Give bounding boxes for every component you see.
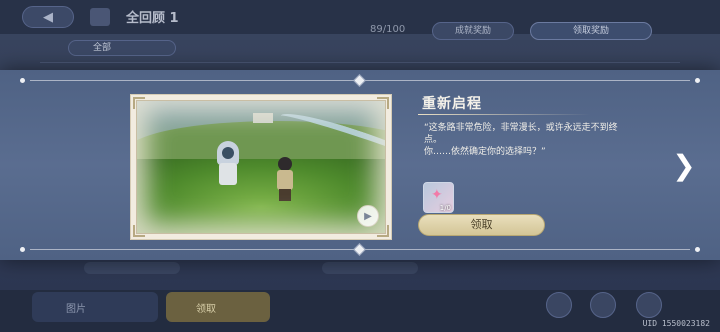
frame-corner-ornament <box>377 97 389 109</box>
reward-item[interactable]: ✦ 1/0 <box>423 182 454 213</box>
description-line: “这条路非常危险，非常漫长，或许永远走不到终点。 <box>424 123 618 145</box>
frame-corner-ornament <box>133 97 145 109</box>
story-illustration-frame: ▶ <box>130 94 392 240</box>
uid-label: UID 1550023182 <box>642 319 710 328</box>
bottom-tab-images[interactable]: 图片 <box>32 292 158 322</box>
reward-quantity: 1/0 <box>439 204 451 212</box>
description-line: 你……依然确定你的选择吗？” <box>424 147 546 157</box>
page-title: 全回顾 1 <box>126 11 179 26</box>
title-underline <box>418 114 590 115</box>
ornament-dot <box>695 78 700 83</box>
ornament-dot <box>20 247 25 252</box>
frame-corner-ornament <box>377 225 389 237</box>
round-action-button[interactable] <box>546 292 572 318</box>
achievement-reward-button[interactable]: 成就奖励 <box>432 22 514 40</box>
card-label <box>84 262 180 274</box>
ornament-dot <box>695 247 700 252</box>
claim-reward-button-bg[interactable]: 领取奖励 <box>530 22 652 40</box>
star-ticket-icon: ✦ <box>431 187 443 203</box>
chevron-right-icon: ❯ <box>672 149 696 182</box>
back-button[interactable]: ◀ <box>22 6 74 28</box>
play-icon: ▶ <box>364 210 372 222</box>
story-description: “这条路非常危险，非常漫长，或许永远走不到终点。 你……依然确定你的选择吗？” <box>424 122 624 158</box>
bottom-tab-claim[interactable]: 领取 <box>166 292 270 322</box>
story-illustration: ▶ <box>136 100 386 234</box>
story-title: 重新启程 <box>422 96 482 112</box>
divider <box>40 62 680 63</box>
next-arrow-button[interactable]: ❯ <box>664 150 704 182</box>
play-video-button[interactable]: ▶ <box>357 205 379 227</box>
round-action-button[interactable] <box>636 292 662 318</box>
round-action-button[interactable] <box>590 292 616 318</box>
ornament-dot <box>20 78 25 83</box>
card-label <box>322 262 418 274</box>
back-arrow-icon: ◀ <box>43 9 53 25</box>
frame-corner-ornament <box>133 225 145 237</box>
progress-count: 89/100 <box>370 24 406 35</box>
filter-dropdown[interactable]: 全部 <box>68 40 176 56</box>
album-icon <box>90 8 110 26</box>
claim-button[interactable]: 领取 <box>418 214 545 236</box>
